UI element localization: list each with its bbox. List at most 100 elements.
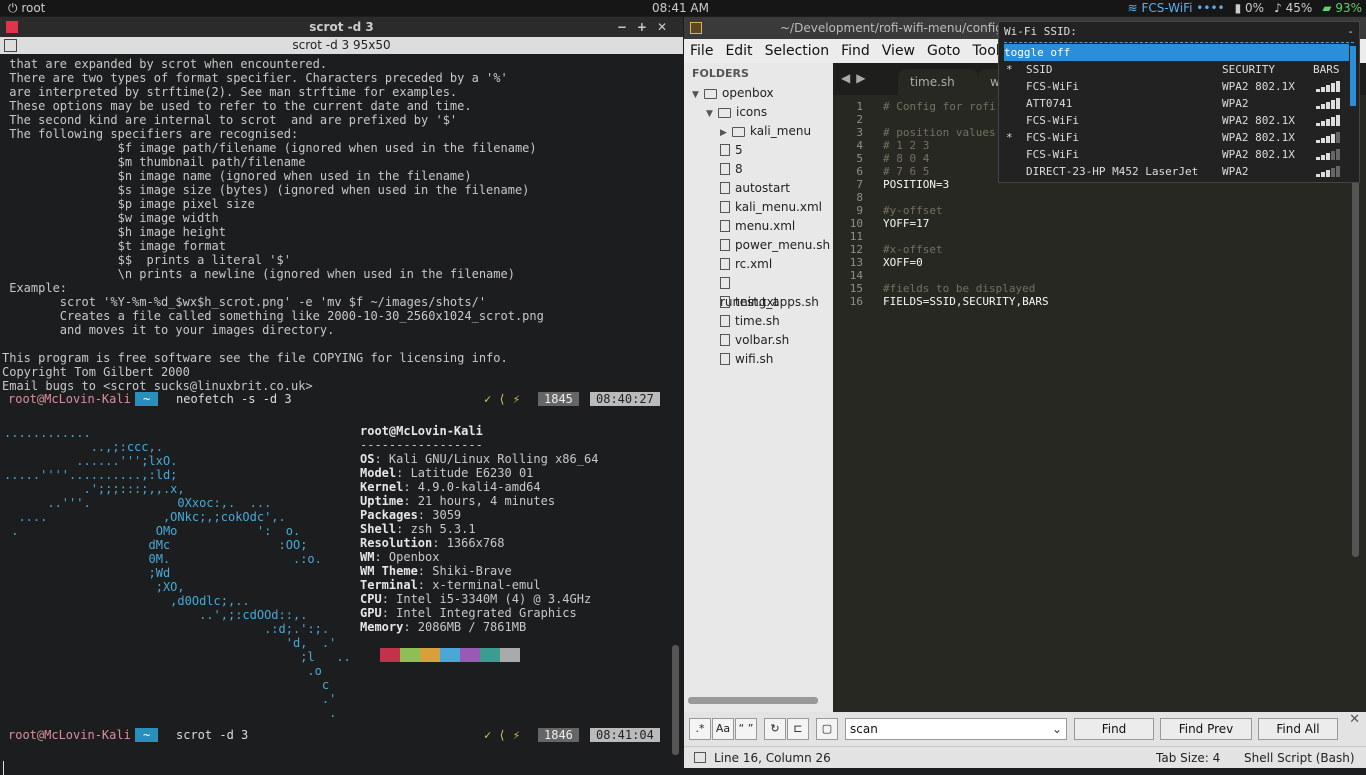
color-swatch bbox=[480, 648, 500, 662]
info-value: : Intel Integrated Graphics bbox=[381, 606, 577, 620]
sidebar-item[interactable]: ▼ icons bbox=[684, 103, 833, 122]
info-value: : 1366x768 bbox=[432, 536, 505, 550]
sidebar-item[interactable]: volbar.sh bbox=[684, 331, 833, 350]
wrap-toggle[interactable]: ↻ bbox=[764, 718, 786, 740]
tab-time-sh[interactable]: time.sh bbox=[898, 69, 978, 95]
info-key: WM bbox=[360, 550, 375, 564]
rofi-prompt[interactable]: Wi-Fi SSID: bbox=[1004, 25, 1077, 39]
battery-value: 93% bbox=[1335, 1, 1362, 15]
sidebar-item-label: rc.xml bbox=[735, 257, 773, 271]
color-swatch bbox=[400, 648, 420, 662]
color-swatch bbox=[420, 648, 440, 662]
top-panel: ⏻ root 08:41 AM ≋ FCS-WiFi •••• ▮ 0% ♪ 4… bbox=[0, 0, 1366, 16]
neofetch-header: root@McLovin-Kali bbox=[360, 424, 483, 438]
battery-indicator[interactable]: ▰ 93% bbox=[1322, 0, 1362, 16]
volume-value: 45% bbox=[1285, 1, 1313, 15]
sidebar-item-label: power_menu.sh bbox=[735, 238, 831, 252]
info-value: : Shiki-Brave bbox=[417, 564, 512, 578]
network-row[interactable]: FCS-WiFi WPA2 802.1X bbox=[1004, 146, 1349, 163]
code-area[interactable]: 1 2 3 4 5 6 7 8 9 10 11 12 13 14 15 16 #… bbox=[833, 95, 1366, 712]
scrot-man-output: that are expanded by scrot when encounte… bbox=[2, 57, 544, 393]
network-row[interactable]: FCS-WiFi WPA2 802.1X bbox=[1004, 78, 1349, 95]
terminal-tab-title: scrot -d 3 95x50 bbox=[292, 38, 391, 52]
highlight-matches-toggle[interactable]: ▢ bbox=[816, 718, 838, 740]
find-panel: .* Aa “ ” ↻ ⊏ ▢ scan ⌄ Find Find Prev Fi… bbox=[684, 712, 1366, 746]
tab-scroll-arrows[interactable]: ◀▶ bbox=[841, 71, 871, 85]
wifi-icon: ≋ bbox=[1127, 1, 1138, 15]
prompt-user: root@McLovin-Kali bbox=[8, 728, 131, 742]
rofi-toggle-item[interactable]: toggle off bbox=[1004, 44, 1349, 61]
menu-view[interactable]: View bbox=[876, 43, 921, 59]
sidebar-item-label: time.sh bbox=[735, 314, 780, 328]
menu-selection[interactable]: Selection bbox=[759, 43, 836, 59]
sidebar-item[interactable]: rc.xml bbox=[684, 255, 833, 274]
file-icon bbox=[720, 182, 730, 194]
prompt-command: scrot -d 3 bbox=[176, 728, 249, 742]
close-icon[interactable] bbox=[6, 21, 18, 33]
sidebar-item[interactable]: test.txt bbox=[684, 293, 833, 312]
sidebar-item[interactable]: autostart bbox=[684, 179, 833, 198]
sidebar-item[interactable]: 5 bbox=[684, 141, 833, 160]
find-input[interactable]: scan ⌄ bbox=[845, 718, 1067, 740]
wifi-indicator[interactable]: ≋ FCS-WiFi •••• bbox=[1128, 0, 1225, 16]
in-selection-toggle[interactable]: ⊏ bbox=[787, 718, 809, 740]
cpu-indicator[interactable]: ▮ 0% bbox=[1235, 0, 1264, 16]
rofi-wifi-menu: Wi-Fi SSID: - toggle off * SSID SECURITY… bbox=[998, 21, 1360, 183]
menu-edit[interactable]: Edit bbox=[719, 43, 758, 59]
find-prev-button[interactable]: Find Prev bbox=[1160, 718, 1252, 740]
info-key: Uptime bbox=[360, 494, 404, 508]
network-row[interactable]: FCS-WiFi WPA2 802.1X bbox=[1004, 112, 1349, 129]
find-button[interactable]: Find bbox=[1074, 718, 1154, 740]
sidebar-item[interactable]: 8 bbox=[684, 160, 833, 179]
network-ssid: ATT0741 bbox=[1026, 97, 1073, 110]
clock[interactable]: 08:41 AM bbox=[652, 0, 709, 16]
sidebar-item[interactable]: power_menu.sh bbox=[684, 236, 833, 255]
panel-toggle-icon[interactable] bbox=[694, 752, 706, 763]
find-input-value: scan bbox=[850, 722, 878, 736]
color-swatch bbox=[500, 648, 520, 662]
terminal-scrollbar[interactable] bbox=[672, 645, 679, 755]
sidebar-item-label: openbox bbox=[722, 86, 774, 100]
sidebar-item[interactable]: menu.xml bbox=[684, 217, 833, 236]
info-key: Kernel bbox=[360, 480, 404, 494]
prompt-line-scrot: root@McLovin-Kali ~ scrot -d 3 ✓ ⟨ ⚡ 184… bbox=[0, 728, 664, 742]
rofi-prompt-label: Wi-Fi SSID: bbox=[1004, 25, 1077, 38]
terminal-tab[interactable]: scrot -d 3 95x50 bbox=[0, 37, 683, 54]
case-toggle[interactable]: Aa bbox=[712, 718, 734, 740]
prompt-line-neofetch: root@McLovin-Kali ~ neofetch -s -d 3 ✓ ⟨… bbox=[0, 392, 664, 406]
sidebar-item[interactable]: ▼ openbox bbox=[684, 84, 833, 103]
volume-indicator[interactable]: ♪ 45% bbox=[1274, 0, 1312, 16]
terminal-titlebar[interactable]: scrot -d 3 −+✕ bbox=[0, 17, 683, 37]
tab-size[interactable]: Tab Size: 4 bbox=[1156, 747, 1220, 769]
sidebar-item[interactable]: running_apps.sh bbox=[684, 274, 833, 309]
chevron-down-icon[interactable]: ⌄ bbox=[1052, 719, 1062, 739]
menu-file[interactable]: File bbox=[684, 43, 719, 59]
neofetch-info: root@McLovin-Kali ----------------- OS: … bbox=[360, 424, 598, 634]
close-find-icon[interactable]: ✕ bbox=[1349, 712, 1360, 727]
prompt-command: neofetch -s -d 3 bbox=[176, 392, 292, 406]
terminal-window: scrot -d 3 −+✕ scrot -d 3 95x50 that are… bbox=[0, 17, 683, 775]
network-row[interactable]: DIRECT-23-HP M452 LaserJet WPA2 bbox=[1004, 163, 1349, 180]
neofetch-separator: ----------------- bbox=[360, 438, 483, 452]
user-menu[interactable]: ⏻ root bbox=[8, 0, 45, 16]
find-all-button[interactable]: Find All bbox=[1258, 718, 1338, 740]
signal-bars-icon bbox=[1316, 98, 1340, 109]
sidebar-item[interactable]: wifi.sh bbox=[684, 350, 833, 369]
regex-toggle[interactable]: .* bbox=[689, 718, 711, 740]
network-row[interactable]: * FCS-WiFi WPA2 802.1X bbox=[1004, 129, 1349, 146]
network-row[interactable]: ATT0741 WPA2 bbox=[1004, 95, 1349, 112]
system-tray: ≋ FCS-WiFi •••• ▮ 0% ♪ 45% ▰ 93% bbox=[1128, 0, 1362, 16]
window-controls[interactable]: −+✕ bbox=[617, 17, 677, 37]
menu-goto[interactable]: Goto bbox=[921, 43, 966, 59]
syntax-mode[interactable]: Shell Script (Bash) bbox=[1244, 747, 1355, 769]
file-icon bbox=[720, 353, 730, 365]
sidebar-item-label: autostart bbox=[735, 181, 790, 195]
sidebar-item[interactable]: ▶ kali_menu bbox=[684, 122, 833, 141]
menu-find[interactable]: Find bbox=[835, 43, 876, 59]
sidebar-item[interactable]: kali_menu.xml bbox=[684, 198, 833, 217]
rofi-scrollbar[interactable] bbox=[1350, 46, 1356, 106]
sidebar-item[interactable]: time.sh bbox=[684, 312, 833, 331]
header-mark: * bbox=[1006, 63, 1013, 76]
whole-word-toggle[interactable]: “ ” bbox=[735, 718, 757, 740]
sidebar-scrollbar[interactable] bbox=[688, 697, 818, 704]
